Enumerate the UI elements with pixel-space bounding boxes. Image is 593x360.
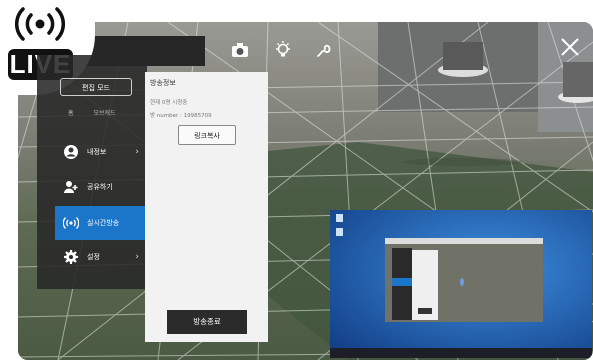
light-icon[interactable] [273,40,293,60]
gear-icon [64,250,78,264]
tab-mobcad[interactable]: 모브캐드 [93,110,115,117]
close-icon[interactable] [559,36,581,58]
path-icon[interactable] [314,40,334,60]
share-icon [64,181,78,193]
chevron-right-icon: › [135,252,139,262]
broadcast-icon [63,217,79,229]
broadcast-icon [15,7,65,41]
sidebar-item-profile[interactable]: 내정보 › [55,135,147,169]
copy-link-button[interactable]: 링크복사 [178,125,236,145]
desktop-wallpaper [330,210,592,358]
panel-title: 방송정보 [150,79,176,87]
sidebar-item-label: 실시간방송 [87,219,120,227]
room-number: 방 number : 19985709 [150,113,212,119]
sidebar-item-label: 내정보 [87,148,107,156]
sidebar-item-live-broadcast[interactable]: 실시간방송 [55,206,147,240]
end-broadcast-button[interactable]: 방송종료 [167,310,247,334]
app-frame: LIVE 편집 모드 홈 모브캐드 내정보 › 공유하기 실시간방송 [0,0,593,360]
sidebar-tabs: 홈 모브캐드 [68,108,116,117]
sidebar-item-label: 공유하기 [87,183,113,191]
sidebar-item-share[interactable]: 공유하기 [55,170,147,204]
edit-mode-button[interactable]: 편집 모드 [60,78,132,96]
sidebar-item-settings[interactable]: 설정 › [55,240,147,274]
profile-icon [64,145,78,159]
sidebar-item-label: 설정 [87,253,100,261]
broadcast-info-panel: 방송정보 현재 0명 시청중 방 number : 19985709 링크복사 … [145,72,268,342]
chevron-right-icon: › [135,147,139,157]
viewer-count: 현재 0명 시청중 [150,100,188,106]
tab-home[interactable]: 홈 [68,110,74,117]
camera-icon[interactable] [230,40,250,60]
desktop-preview [330,210,592,358]
